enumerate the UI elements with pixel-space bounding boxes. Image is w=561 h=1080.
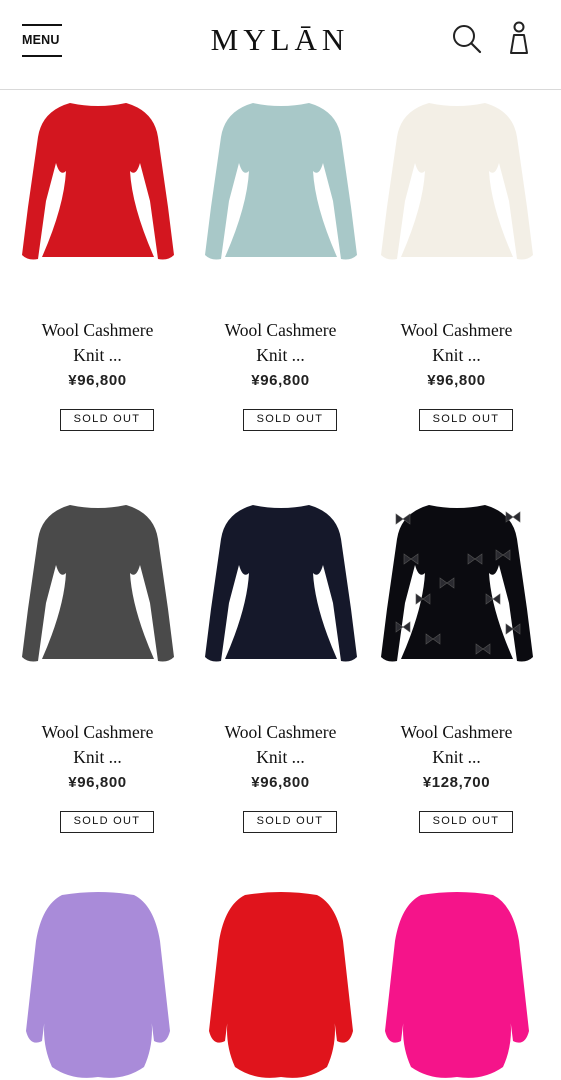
product-name-line2[interactable]: Knit ... (187, 343, 374, 368)
garment-shape (26, 892, 170, 1078)
sold-out-badge: SOLD OUT (243, 409, 337, 431)
product-price: ¥96,800 (68, 774, 127, 791)
sold-out-badge: SOLD OUT (60, 811, 154, 833)
product-image[interactable] (363, 499, 550, 699)
garment-shape (22, 103, 174, 260)
product-image[interactable] (4, 499, 191, 699)
product-image[interactable] (187, 891, 374, 1080)
product-name-line1[interactable]: Wool Cashmere (187, 318, 374, 343)
garment-shape (205, 103, 357, 260)
product-name-line2[interactable]: Knit ... (363, 343, 550, 368)
garment-shape (385, 892, 529, 1078)
account-icon[interactable] (508, 21, 530, 55)
menu-bar-top (22, 24, 62, 26)
search-icon[interactable] (452, 24, 482, 54)
product-image[interactable] (187, 97, 374, 297)
site-header: MENU MYLĀN (0, 0, 561, 90)
product-name-line1[interactable]: Wool Cashmere (363, 720, 550, 745)
product-image[interactable] (4, 97, 191, 297)
menu-label: MENU (22, 33, 60, 47)
product-name-line2[interactable]: Knit ... (363, 745, 550, 770)
product-name-line2[interactable]: Knit ... (187, 745, 374, 770)
menu-button[interactable]: MENU (22, 24, 62, 58)
sold-out-badge: SOLD OUT (60, 409, 154, 431)
product-price: ¥96,800 (68, 372, 127, 389)
bow-detail (505, 511, 521, 523)
sold-out-badge: SOLD OUT (243, 811, 337, 833)
brand-logo[interactable]: MYLĀN (180, 22, 380, 58)
product-image[interactable] (363, 891, 550, 1080)
product-price: ¥96,800 (427, 372, 486, 389)
sold-out-badge: SOLD OUT (419, 409, 513, 431)
garment-shape (381, 505, 533, 662)
product-price: ¥96,800 (251, 774, 310, 791)
product-price: ¥96,800 (251, 372, 310, 389)
product-image[interactable] (4, 891, 191, 1080)
garment-shape (22, 505, 174, 662)
menu-bar-bottom (22, 55, 62, 57)
product-name-line2[interactable]: Knit ... (4, 745, 191, 770)
product-name-line1[interactable]: Wool Cashmere (363, 318, 550, 343)
garment-shape (205, 505, 357, 662)
garment-shape (209, 892, 353, 1078)
sold-out-badge: SOLD OUT (419, 811, 513, 833)
product-name-line2[interactable]: Knit ... (4, 343, 191, 368)
product-price: ¥128,700 (422, 774, 491, 791)
product-name-line1[interactable]: Wool Cashmere (187, 720, 374, 745)
bow-detail (395, 513, 411, 525)
product-image[interactable] (187, 499, 374, 699)
product-name-line1[interactable]: Wool Cashmere (4, 318, 191, 343)
product-image[interactable] (363, 97, 550, 297)
product-name-line1[interactable]: Wool Cashmere (4, 720, 191, 745)
bow-detail (395, 621, 411, 633)
garment-shape (381, 103, 533, 260)
